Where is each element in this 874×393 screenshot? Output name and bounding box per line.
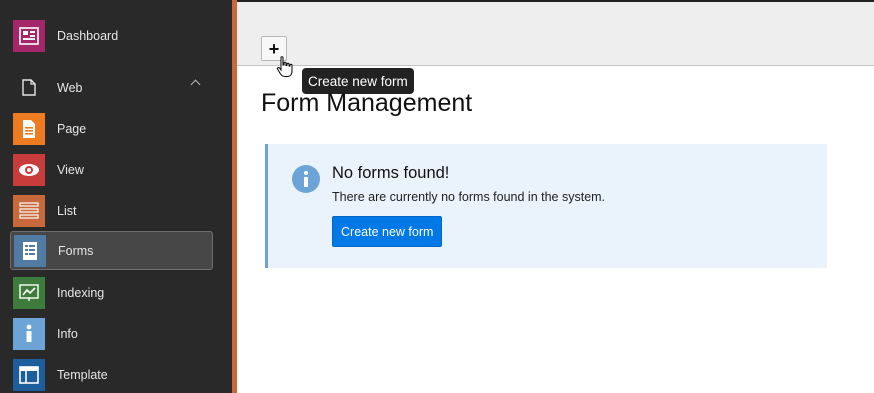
hand-cursor-icon <box>276 56 293 77</box>
sidebar-item-view[interactable]: View <box>10 150 213 189</box>
callout-title: No forms found! <box>332 164 450 182</box>
sidebar-section-web[interactable]: Web <box>10 68 213 107</box>
chevron-up-icon[interactable] <box>190 79 201 90</box>
topbar-edge <box>237 0 874 2</box>
sidebar-item-label: Indexing <box>57 285 105 300</box>
callout-message: There are currently no forms found in th… <box>332 190 606 204</box>
forms-icon <box>14 234 46 267</box>
dashboard-icon <box>13 19 45 52</box>
sidebar-item-label: Dashboard <box>57 28 119 43</box>
sidebar-item-list[interactable]: List <box>10 191 213 230</box>
template-icon <box>13 358 45 391</box>
info-circle-icon <box>292 165 320 193</box>
create-form-button[interactable]: Create new form <box>332 216 443 247</box>
sidebar-item-label: Page <box>57 121 87 136</box>
sidebar-item-info[interactable]: Info <box>10 314 213 353</box>
sidebar-section-label: Web <box>57 80 83 95</box>
eye-icon <box>13 153 45 186</box>
sidebar-item-indexing[interactable]: Indexing <box>10 273 213 312</box>
info-icon <box>13 317 45 350</box>
sidebar-item-label: Forms <box>58 243 94 258</box>
page-title: Form Management <box>261 89 473 117</box>
sidebar-item-page[interactable]: Page <box>10 109 213 148</box>
chart-icon <box>13 276 45 309</box>
info-callout: No forms found! There are currently no f… <box>265 144 827 268</box>
sidebar-item-forms[interactable]: Forms <box>10 231 213 270</box>
plus-icon: + <box>268 38 280 59</box>
list-icon <box>13 194 45 227</box>
sidebar-item-dashboard[interactable]: Dashboard <box>10 16 213 55</box>
page-outline-icon <box>13 72 45 104</box>
docheader <box>237 0 874 66</box>
sidebar-item-label: List <box>57 203 77 218</box>
sidebar-item-label: Template <box>57 367 108 382</box>
sidebar-item-label: View <box>57 162 84 177</box>
sidebar-item-label: Info <box>57 326 78 341</box>
sidebar-item-template[interactable]: Template <box>10 355 213 393</box>
page-icon <box>13 112 45 145</box>
